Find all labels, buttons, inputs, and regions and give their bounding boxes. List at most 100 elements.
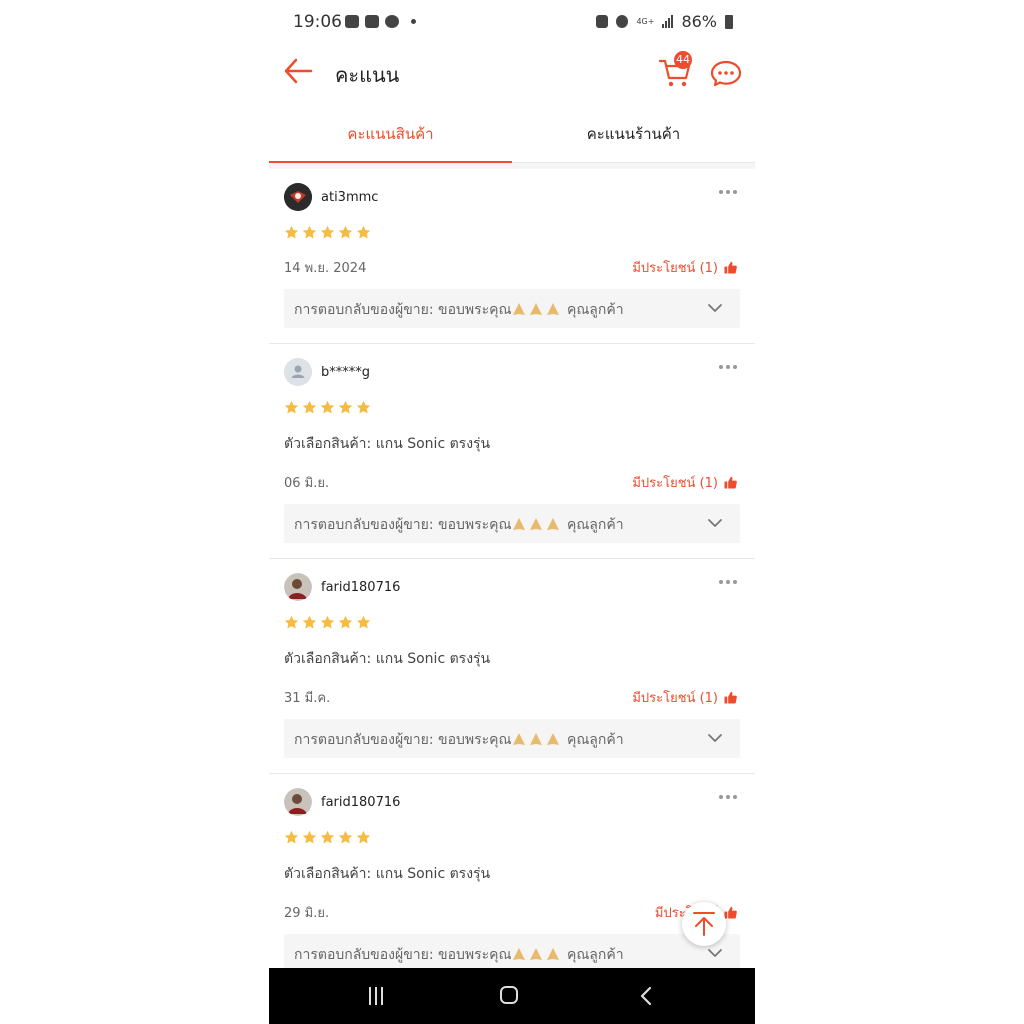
pray-emoji-icon <box>546 733 559 745</box>
tab-product-rating[interactable]: คะแนนสินค้า <box>269 108 512 162</box>
star-icon <box>302 225 317 239</box>
home-icon[interactable] <box>500 986 518 1004</box>
notification-icons <box>345 15 416 28</box>
avatar[interactable] <box>284 788 312 816</box>
review-date: 29 มิ.ย. <box>284 906 330 921</box>
star-icon <box>320 400 335 414</box>
review-username[interactable]: farid180716 <box>321 795 400 810</box>
star-rating <box>284 400 371 415</box>
avatar[interactable] <box>284 573 312 601</box>
review-date: 14 พ.ย. 2024 <box>284 261 367 276</box>
chevron-down-icon[interactable] <box>706 944 724 962</box>
star-icon <box>320 225 335 239</box>
cart-count-badge: 44 <box>674 51 692 69</box>
seller-reply[interactable]: การตอบกลับของผู้ขาย: ขอบพระคุณ คุณลูกค้า <box>284 719 740 758</box>
star-icon <box>338 225 353 239</box>
pray-emoji-icon <box>512 303 525 315</box>
star-icon <box>356 400 371 414</box>
chevron-down-icon[interactable] <box>706 514 724 532</box>
chat-icon[interactable] <box>709 58 743 88</box>
pray-emoji-icon <box>529 733 542 745</box>
scroll-to-top-button[interactable] <box>682 902 726 946</box>
lock-icon <box>596 15 609 28</box>
thumbs-up-icon <box>724 476 737 489</box>
more-options-icon[interactable] <box>719 190 741 196</box>
review-username[interactable]: farid180716 <box>321 580 400 595</box>
more-options-icon[interactable] <box>719 580 741 586</box>
helpful-label: มีประโยชน์ (1) <box>632 261 718 276</box>
review-date: 06 มิ.ย. <box>284 476 330 491</box>
tab-shop-rating[interactable]: คะแนนร้านค้า <box>512 108 755 162</box>
star-rating <box>284 830 371 845</box>
status-bar: 19:06 4G+ 86% <box>269 0 755 46</box>
seller-reply[interactable]: การตอบกลับของผู้ขาย: ขอบพระคุณ คุณลูกค้า <box>284 504 740 543</box>
status-time: 19:06 <box>293 12 342 32</box>
product-variation: ตัวเลือกสินค้า: แกน Sonic ตรงรุ่น <box>284 866 491 882</box>
star-icon <box>284 615 299 629</box>
app-header: คะแนน 44 <box>269 46 755 102</box>
review-date: 31 มี.ค. <box>284 691 331 706</box>
helpful-button[interactable]: มีประโยชน์ (1) <box>632 257 737 278</box>
system-icons: 4G+ 86% <box>596 12 733 31</box>
star-icon <box>320 615 335 629</box>
avatar[interactable] <box>284 358 312 386</box>
star-icon <box>338 830 353 844</box>
pray-emoji-icon <box>529 948 542 960</box>
thumbs-up-icon <box>724 261 737 274</box>
star-rating <box>284 615 371 630</box>
helpful-label: มีประโยชน์ (1) <box>632 691 718 706</box>
more-options-icon[interactable] <box>719 365 741 371</box>
phone-screen: 19:06 4G+ 86% คะแนน 44 คะแนนสินค้า คะแนน… <box>269 0 755 1024</box>
chevron-down-icon[interactable] <box>706 729 724 747</box>
seller-reply-text: การตอบกลับของผู้ขาย: ขอบพระคุณ คุณลูกค้า <box>294 732 624 748</box>
network-type: 4G+ <box>636 16 655 26</box>
star-icon <box>284 830 299 844</box>
arrow-up-icon <box>693 912 715 936</box>
more-notifications-icon <box>411 19 416 24</box>
gallery-icon <box>345 15 359 28</box>
star-icon <box>302 830 317 844</box>
arrow-left-icon[interactable] <box>281 56 315 86</box>
review-username[interactable]: ati3mmc <box>321 190 378 205</box>
alarm-icon <box>616 15 629 28</box>
battery-percent: 86% <box>681 12 717 31</box>
recent-apps-icon[interactable] <box>366 987 386 1005</box>
back-icon[interactable] <box>637 986 655 1006</box>
product-variation: ตัวเลือกสินค้า: แกน Sonic ตรงรุ่น <box>284 436 491 452</box>
pray-emoji-icon <box>512 948 525 960</box>
review-username[interactable]: b*****g <box>321 365 370 380</box>
seller-reply[interactable]: การตอบกลับของผู้ขาย: ขอบพระคุณ คุณลูกค้า <box>284 289 740 328</box>
seller-reply-text: การตอบกลับของผู้ขาย: ขอบพระคุณ คุณลูกค้า <box>294 302 624 318</box>
star-icon <box>302 615 317 629</box>
star-icon <box>320 830 335 844</box>
star-icon <box>356 830 371 844</box>
messenger-icon <box>385 15 399 28</box>
review-item: ati3mmc 14 พ.ย. 2024 มีประโยชน์ (1) การต… <box>269 169 755 344</box>
avatar[interactable] <box>284 183 312 211</box>
product-variation: ตัวเลือกสินค้า: แกน Sonic ตรงรุ่น <box>284 651 491 667</box>
battery-icon <box>725 14 733 29</box>
youtube-icon <box>365 15 379 28</box>
star-icon <box>338 400 353 414</box>
pray-emoji-icon <box>546 948 559 960</box>
star-icon <box>302 400 317 414</box>
star-icon <box>356 225 371 239</box>
pray-emoji-icon <box>529 518 542 530</box>
signal-icon <box>662 15 674 28</box>
helpful-button[interactable]: มีประโยชน์ (1) <box>632 472 737 493</box>
pray-emoji-icon <box>546 518 559 530</box>
seller-reply-text: การตอบกลับของผู้ขาย: ขอบพระคุณ คุณลูกค้า <box>294 517 624 533</box>
chevron-down-icon[interactable] <box>706 299 724 317</box>
star-icon <box>284 225 299 239</box>
pray-emoji-icon <box>512 733 525 745</box>
seller-reply-text: การตอบกลับของผู้ขาย: ขอบพระคุณ คุณลูกค้า <box>294 947 624 963</box>
pray-emoji-icon <box>529 303 542 315</box>
review-item: farid180716 ตัวเลือกสินค้า: แกน Sonic ตร… <box>269 774 755 988</box>
more-options-icon[interactable] <box>719 795 741 801</box>
helpful-button[interactable]: มีประโยชน์ (1) <box>632 687 737 708</box>
system-nav-bar <box>269 968 755 1024</box>
star-rating <box>284 225 371 240</box>
review-item: b*****g ตัวเลือกสินค้า: แกน Sonic ตรงรุ่… <box>269 344 755 559</box>
pray-emoji-icon <box>512 518 525 530</box>
page-title: คะแนน <box>335 63 400 87</box>
